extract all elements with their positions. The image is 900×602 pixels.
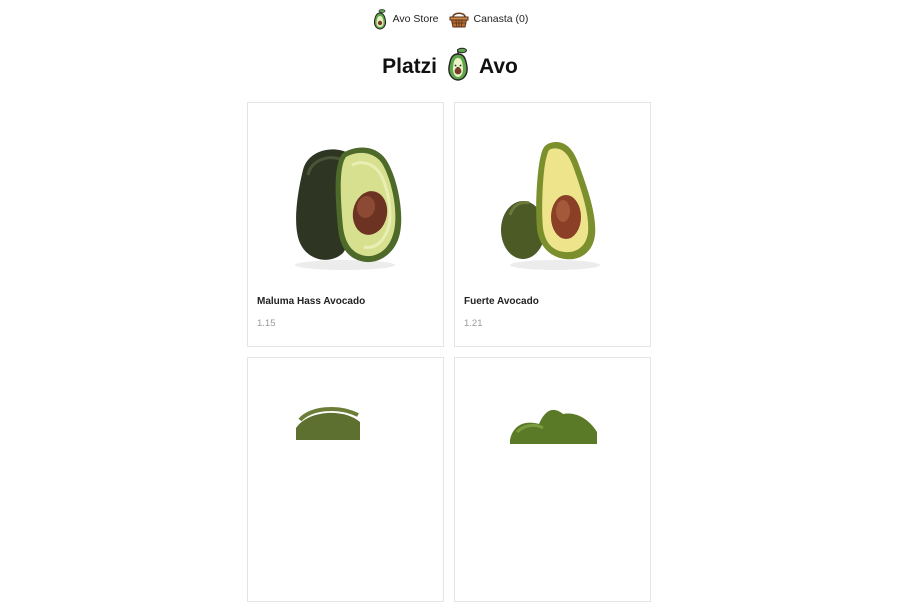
avocado-half-icon — [248, 125, 443, 285]
avocado-mascot-icon — [445, 46, 471, 88]
product-card[interactable] — [247, 357, 444, 602]
product-price: 1.21 — [464, 318, 483, 329]
avocado-icon — [248, 380, 443, 540]
page-title: Platzi Avo — [0, 46, 900, 88]
product-card[interactable]: Fuerte Avocado 1.21 — [454, 102, 651, 347]
avocado-logo-icon — [372, 8, 388, 30]
avocado-icon — [455, 380, 650, 540]
product-name: Maluma Hass Avocado — [257, 296, 366, 307]
nav-store-link[interactable]: Avo Store — [372, 8, 439, 30]
page-title-left: Platzi — [382, 55, 437, 78]
page-title-right: Avo — [478, 55, 518, 78]
product-name: Fuerte Avocado — [464, 296, 539, 307]
nav-cart-link[interactable]: Canasta (0) — [449, 10, 529, 28]
nav-store-label: Avo Store — [392, 13, 439, 25]
product-price: 1.15 — [257, 318, 276, 329]
product-grid: Maluma Hass Avocado 1.15 Fuerte Avocado … — [247, 102, 652, 602]
product-card[interactable]: Maluma Hass Avocado 1.15 — [247, 102, 444, 347]
avocado-half-icon — [455, 125, 650, 285]
product-card[interactable] — [454, 357, 651, 602]
top-nav: Avo Store Canasta (0) — [0, 6, 900, 32]
basket-icon — [449, 10, 469, 28]
nav-cart-label: Canasta (0) — [473, 13, 529, 25]
